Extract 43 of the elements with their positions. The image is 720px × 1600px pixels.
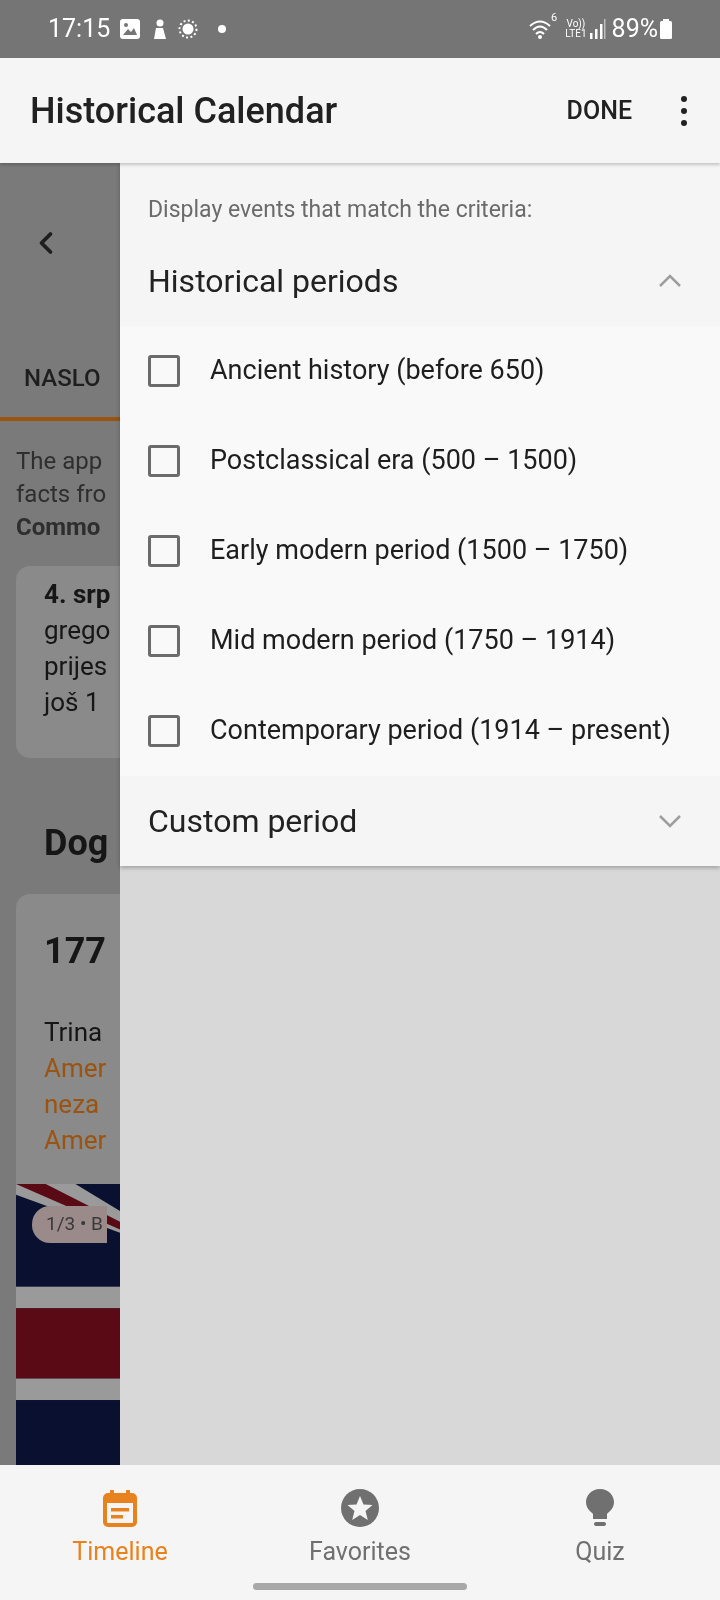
panel-subtitle: Display events that match the criteria:: [147, 195, 534, 225]
card-text: grego: [44, 614, 112, 647]
nav-tab[interactable]: Favorites: [240, 1487, 480, 1571]
network-label: LTE1: [565, 29, 587, 39]
notice-text: The app: [16, 446, 104, 477]
period-option[interactable]: Ancient history (before 650): [120, 325, 720, 416]
brightness-icon: [178, 19, 199, 39]
nav-tab[interactable]: Quiz: [480, 1487, 720, 1571]
lightbulb-icon: [585, 1488, 615, 1528]
event-year: 177: [43, 929, 107, 974]
section-header[interactable]: Historical periods: [120, 235, 720, 326]
done-button[interactable]: DONE: [556, 83, 642, 138]
period-option[interactable]: Mid modern period (1750 – 1914): [120, 595, 720, 686]
calendar-icon: [102, 1489, 138, 1527]
wifi-icon: [529, 19, 552, 39]
image-counter: 1/3 • B: [32, 1206, 107, 1243]
card-title: 4. srp: [44, 578, 112, 611]
app-title: Historical Calendar: [30, 88, 338, 134]
period-option[interactable]: Contemporary period (1914 – present): [120, 685, 720, 776]
volte-label: Vo)): [566, 19, 586, 29]
section-heading: Dog: [43, 821, 110, 866]
card-text: prijes: [44, 650, 109, 683]
battery-percent: 89%: [611, 13, 658, 46]
clock: 17:15: [48, 13, 111, 46]
dot-icon: [218, 25, 227, 33]
checkbox[interactable]: [148, 624, 180, 657]
checkbox[interactable]: [148, 444, 180, 477]
period-option[interactable]: Early modern period (1500 – 1750): [120, 505, 720, 596]
image-icon: [120, 19, 141, 39]
period-option[interactable]: Postclassical era (500 – 1500): [120, 415, 720, 506]
checkbox[interactable]: [148, 354, 180, 387]
checkbox[interactable]: [148, 534, 180, 567]
notice-text: Commo: [16, 512, 102, 543]
battery-icon: [660, 19, 672, 39]
event-text: Trina: [44, 1016, 104, 1049]
card-text: još 1: [44, 686, 101, 719]
expand-icon: [658, 813, 682, 828]
notice-text: facts fro: [16, 479, 108, 510]
collapse-icon: [658, 273, 682, 288]
section-header[interactable]: Custom period: [120, 775, 720, 866]
checkbox[interactable]: [148, 714, 180, 747]
signal-icon: [589, 19, 606, 39]
wifi-label: 6: [551, 12, 558, 23]
